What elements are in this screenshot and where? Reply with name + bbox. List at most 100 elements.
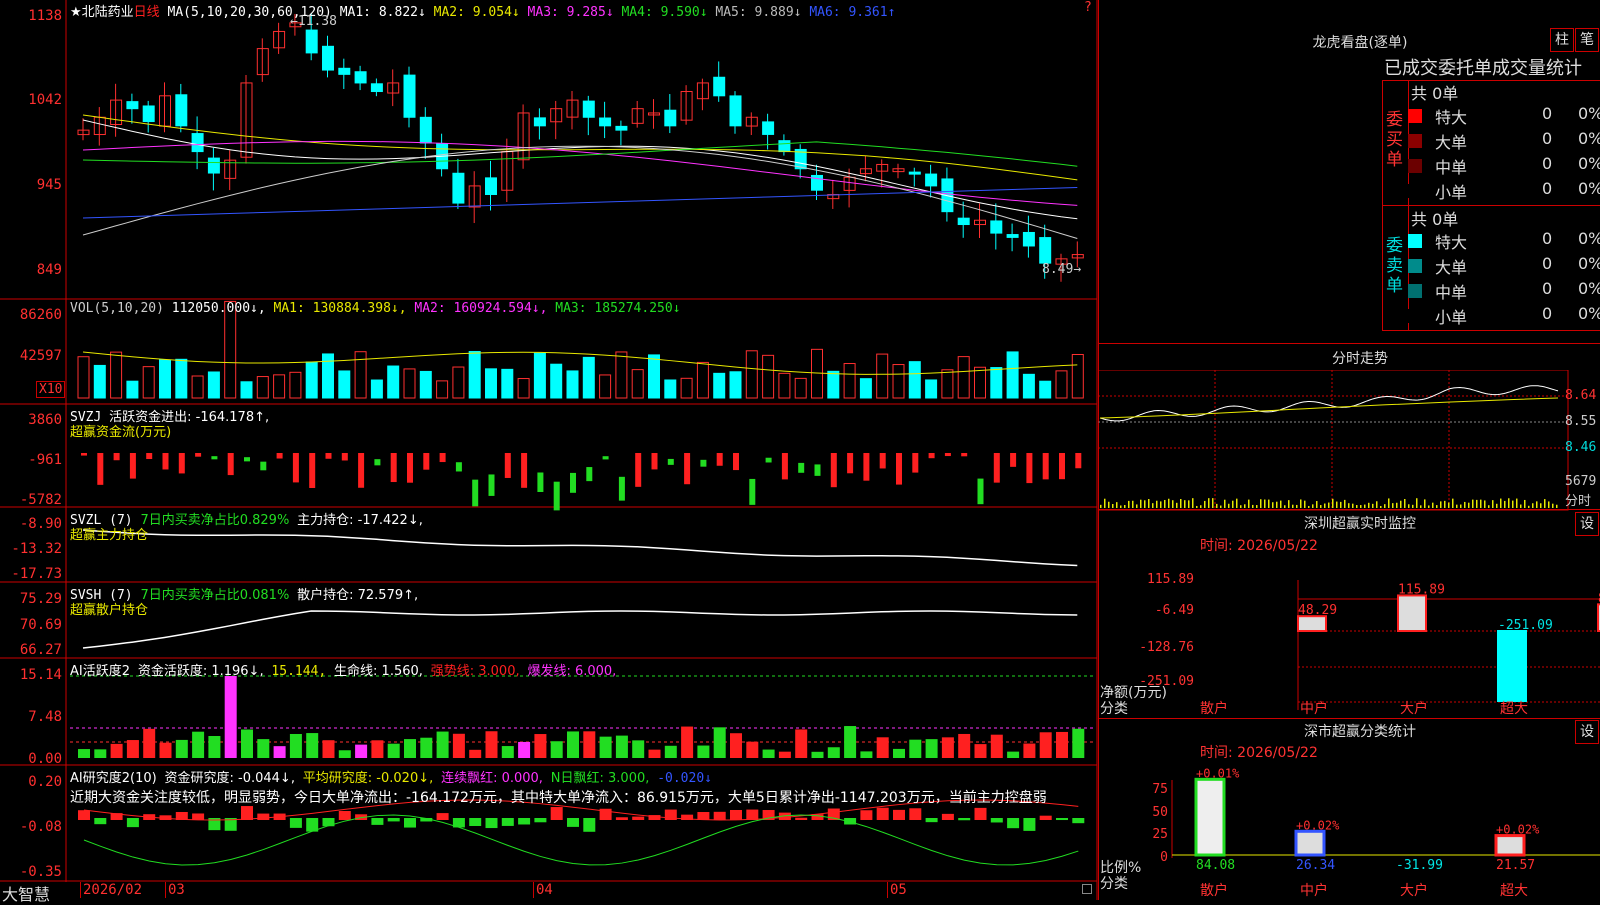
row-name: 小单: [1435, 308, 1468, 327]
research-bar: [94, 818, 107, 825]
flow-bar: [178, 453, 185, 474]
color-swatch: [1408, 134, 1422, 148]
ytick: -17.73: [11, 566, 62, 582]
candle-body: [990, 220, 1003, 234]
volume-bar: [370, 379, 383, 399]
sz-monitor-settings-button[interactable]: 设: [1575, 512, 1599, 536]
candle-body: [729, 95, 742, 127]
intraday-volume-bar: [1492, 500, 1494, 508]
activity-bar: [664, 745, 677, 758]
volume-bar: [550, 363, 563, 399]
class-value-label: 21.57: [1496, 858, 1535, 873]
volume-bar: [240, 381, 253, 399]
flow-bar: [863, 453, 870, 481]
ytick: 66.27: [19, 642, 62, 658]
color-swatch: [1408, 259, 1422, 273]
flow-bar: [635, 453, 642, 487]
intraday-volume-bar: [1472, 499, 1474, 508]
activity-bar: [534, 734, 547, 758]
sz-class-settings-button[interactable]: 设: [1575, 720, 1599, 744]
fenshi-ytick: 8.46: [1565, 440, 1597, 455]
intraday-volume-bar: [1500, 498, 1502, 508]
ytick: 7.48: [28, 709, 62, 725]
ma-line: [82, 187, 1078, 219]
flow-bar: [162, 453, 169, 470]
flow-bar: [814, 464, 821, 476]
volume-bar: [713, 372, 726, 399]
ai2-research: 资金研究度: -0.044↓,: [164, 771, 295, 786]
class-value-label: 84.08: [1196, 858, 1235, 873]
activity-bar: [404, 739, 416, 758]
intraday-volume-bar: [1312, 504, 1314, 508]
intraday-volume-bar: [1540, 503, 1542, 508]
class-top-label: +0.02%: [1496, 823, 1540, 837]
flow-bar: [244, 457, 250, 462]
volume-bar: [908, 361, 921, 399]
fenshi-title: 分时走势: [1332, 351, 1388, 367]
intraday-volume-bar: [1256, 505, 1258, 508]
intraday-volume-bar: [1320, 505, 1322, 508]
ai1-label: AI活跃度2: [70, 664, 130, 679]
activity-bar: [925, 739, 938, 758]
period-label[interactable]: 日线: [134, 5, 160, 20]
help-icon[interactable]: ?: [1084, 0, 1092, 15]
intraday-volume-bar: [1548, 501, 1550, 508]
volume-bar: [403, 368, 416, 399]
intraday-volume-bar: [1276, 501, 1278, 508]
class-bar: [1194, 777, 1226, 857]
intraday-volume-bar: [1128, 500, 1130, 508]
intraday-volume-bar: [1304, 500, 1306, 508]
intraday-volume-bar: [1220, 505, 1222, 508]
intraday-chart[interactable]: [1098, 370, 1600, 512]
flow-bar: [146, 453, 153, 460]
activity-bar: [224, 676, 237, 758]
candle-body: [354, 71, 367, 84]
intraday-volume-bar: [1272, 502, 1274, 508]
flow-bar: [439, 453, 446, 463]
volume-bar: [517, 378, 530, 399]
volume-bar: [925, 379, 938, 399]
monitor-category: 中户: [1300, 701, 1328, 717]
flow-bar: [700, 459, 707, 467]
activity-bar: [110, 743, 123, 758]
intraday-volume-bar: [1556, 504, 1558, 508]
intraday-volume-bar: [1448, 502, 1450, 508]
color-swatch: [1408, 184, 1422, 198]
monitor-ytick: -6.49: [1154, 603, 1194, 618]
activity-bar: [192, 731, 205, 758]
svsh-ratio: 7日内买卖净占比0.081%: [140, 588, 290, 603]
activity-bar: [730, 733, 742, 758]
row-count: 0: [1542, 254, 1553, 273]
tick-mode-button[interactable]: 笔: [1575, 28, 1599, 52]
intraday-volume-bar: [1348, 503, 1350, 508]
row-pct: 0%: [1578, 229, 1600, 248]
lock-icon[interactable]: [1082, 884, 1092, 894]
research-bar: [1072, 818, 1085, 824]
flow-bar: [504, 453, 511, 478]
stock-name[interactable]: ★北陆药业: [70, 5, 134, 20]
volume-bar: [859, 378, 872, 399]
ytick: 849: [36, 262, 62, 278]
intraday-volume-bar: [1480, 499, 1482, 508]
flow-bar: [129, 453, 136, 479]
intraday-volume-bar: [1432, 502, 1434, 508]
activity-bar: [94, 749, 107, 758]
ma5-value: MA5: 9.889↓: [715, 5, 802, 20]
research-bar: [289, 818, 302, 828]
bar-mode-button[interactable]: 柱: [1550, 28, 1574, 52]
volume-bar: [615, 351, 628, 399]
lhb-tabs[interactable]: 已成交委托单成交量统计: [1384, 54, 1582, 80]
intraday-volume-bar: [1460, 504, 1462, 508]
ai1-activity: 资金活跃度: 1.196↓,: [137, 664, 264, 679]
volume-bar: [77, 356, 90, 399]
volume-bar: [631, 369, 644, 399]
intraday-volume-bar: [1212, 498, 1214, 508]
kline-chart-area[interactable]: [0, 0, 1098, 900]
class-top-label: +0.02%: [1296, 818, 1340, 832]
volume-bar: [468, 350, 481, 399]
research-bar: [387, 818, 400, 822]
activity-bar: [257, 739, 270, 758]
volume-bar: [566, 370, 579, 399]
class-xlabel: 分类: [1100, 876, 1128, 892]
flow-bar: [260, 461, 267, 471]
